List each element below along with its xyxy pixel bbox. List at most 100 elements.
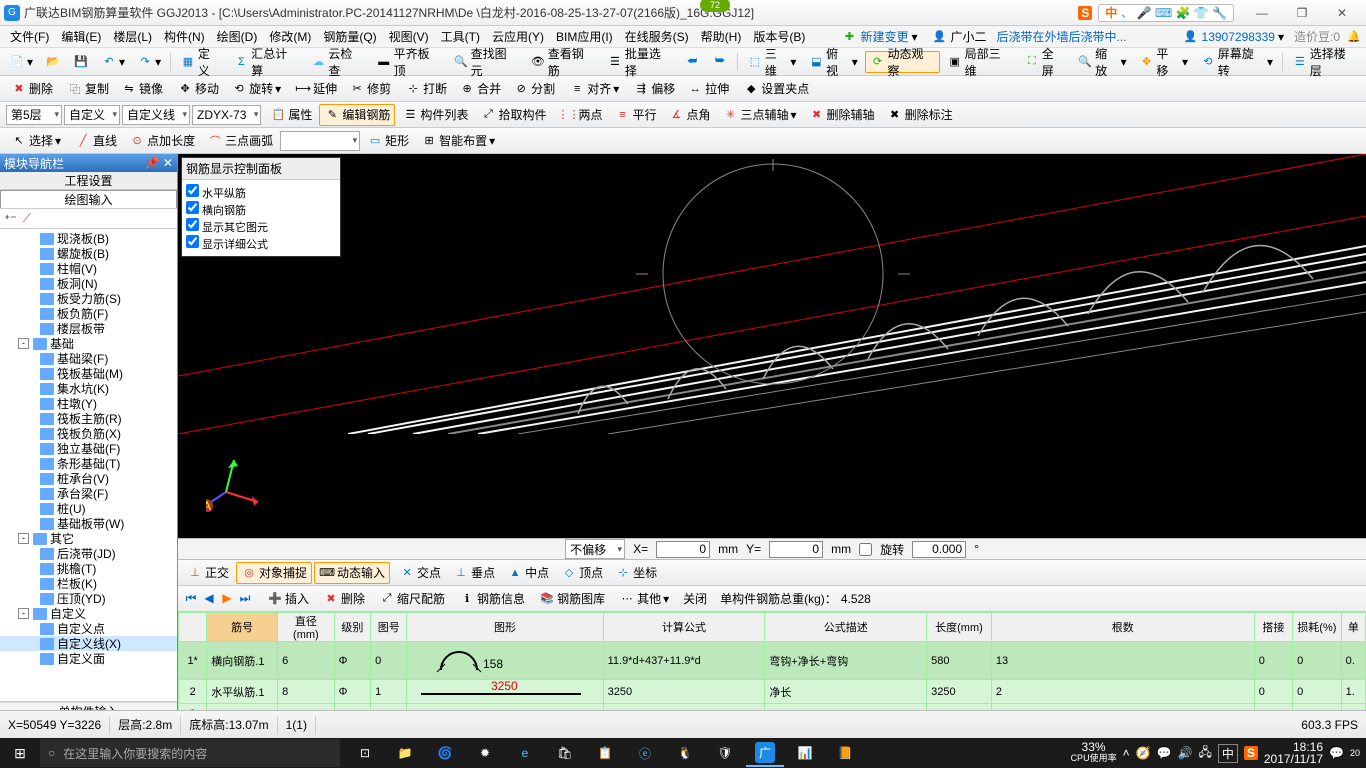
tree-node[interactable]: 基础梁(F): [0, 351, 177, 366]
menu-version[interactable]: 版本号(B): [747, 27, 811, 47]
menu-file[interactable]: 文件(F): [4, 27, 55, 47]
menu-online[interactable]: 在线服务(S): [619, 27, 695, 47]
tray-sogou-icon[interactable]: S: [1244, 746, 1258, 760]
tree-node[interactable]: 现浇板(B): [0, 231, 177, 246]
safe-icon[interactable]: 🛡: [706, 739, 744, 767]
tree-node[interactable]: 筏板基础(M): [0, 366, 177, 381]
threeaux-button[interactable]: ✳三点辅轴▾: [718, 104, 802, 126]
xpt-button[interactable]: ✕交点: [394, 562, 446, 584]
sumcalc-button[interactable]: Σ汇总计算: [229, 51, 304, 73]
tray-neticon[interactable]: 🧭: [1136, 746, 1151, 760]
scale-rebar-button[interactable]: ⤢缩尺配筋: [374, 588, 450, 610]
tab-engineering[interactable]: 工程设置: [0, 172, 177, 190]
editrebar-button[interactable]: ✎编辑钢筋: [319, 104, 395, 126]
tree-node[interactable]: -其它: [0, 531, 177, 546]
perp-button[interactable]: ⊥垂点: [448, 562, 500, 584]
trim-button[interactable]: ✂修剪: [344, 78, 396, 100]
tab-drawing[interactable]: 绘图输入: [0, 190, 177, 208]
copy-button[interactable]: ⿻复制: [62, 78, 114, 100]
folder-icon[interactable]: 📁: [386, 739, 424, 767]
tree-node[interactable]: 压顶(YD): [0, 591, 177, 606]
tree-node[interactable]: 筏板主筋(R): [0, 411, 177, 426]
tree-node[interactable]: 独立基础(F): [0, 441, 177, 456]
tree-node[interactable]: 筏板负筋(X): [0, 426, 177, 441]
sogou-icon[interactable]: S: [1078, 6, 1092, 20]
delete-row-button[interactable]: ✖删除: [318, 588, 370, 610]
screenrot-button[interactable]: ⟲屏幕旋转▾: [1195, 51, 1278, 73]
word-icon[interactable]: 📋: [586, 739, 624, 767]
tree-node[interactable]: 挑檐(T): [0, 561, 177, 576]
tree-node[interactable]: 栏板(K): [0, 576, 177, 591]
subcat-combo[interactable]: 自定义线: [122, 105, 190, 125]
mid-button[interactable]: ▲中点: [502, 562, 554, 584]
rotate-button[interactable]: ⟲旋转▾: [226, 78, 286, 100]
menu-edit[interactable]: 编辑(E): [55, 27, 107, 47]
menu-help[interactable]: 帮助(H): [695, 27, 748, 47]
new-file-button[interactable]: 📄▾: [4, 51, 38, 73]
tree-node[interactable]: 桩承台(V): [0, 471, 177, 486]
arc3-button[interactable]: ⌒三点画弧: [202, 130, 278, 152]
insert-button[interactable]: ➕插入: [262, 588, 314, 610]
close-button[interactable]: ✕: [1322, 2, 1362, 24]
move-button[interactable]: ✥移动: [172, 78, 224, 100]
nav-last[interactable]: ⏭: [236, 591, 254, 606]
local3d-button[interactable]: ▣局部三维: [942, 51, 1017, 73]
break-button[interactable]: ⊹打断: [400, 78, 452, 100]
delete-button[interactable]: ✖删除: [6, 78, 58, 100]
tree-node[interactable]: 板洞(N): [0, 276, 177, 291]
menu-floor[interactable]: 楼层(L): [107, 27, 158, 47]
menu-view[interactable]: 视图(V): [383, 27, 435, 47]
tree-node[interactable]: 条形基础(T): [0, 456, 177, 471]
spiral-icon[interactable]: 🌀: [426, 739, 464, 767]
split-button[interactable]: ⊘分割: [508, 78, 560, 100]
tree-expand-icon[interactable]: ⁺⁻: [4, 212, 17, 226]
tree-node[interactable]: -基础: [0, 336, 177, 351]
tree-node[interactable]: 楼层板带: [0, 321, 177, 336]
redo-button[interactable]: ↷▾: [132, 51, 166, 73]
open-button[interactable]: 📂: [40, 51, 66, 73]
tray-ime[interactable]: 中: [1218, 744, 1238, 763]
findgraph-button[interactable]: 🔍查找图元: [448, 51, 523, 73]
tree-node[interactable]: -自定义: [0, 606, 177, 621]
viewport-3d[interactable]: A 钢筋显示控制面板 水平纵筋 横向钢筋 显示其它图元 显示详细公式: [178, 154, 1366, 538]
excel-icon[interactable]: 📊: [786, 739, 824, 767]
define-button[interactable]: ▦定义: [175, 51, 226, 73]
status-note[interactable]: 后浇带在外墙后浇带中...: [997, 28, 1127, 45]
fullscreen-button[interactable]: ⛶全屏: [1019, 51, 1070, 73]
close-rebar-button[interactable]: 关闭: [678, 588, 712, 610]
start-button[interactable]: ⊞: [0, 745, 40, 762]
tree-node[interactable]: 桩(U): [0, 501, 177, 516]
cat-combo[interactable]: 自定义: [64, 105, 120, 125]
batchsel-button[interactable]: ☰批量选择: [602, 51, 677, 73]
select-button[interactable]: ↖选择▾: [6, 130, 66, 152]
menu-modify[interactable]: 修改(M): [263, 27, 317, 47]
osnap-button[interactable]: ◎对象捕捉: [236, 562, 312, 584]
qq-icon[interactable]: 🐧: [666, 739, 704, 767]
memberlist-button[interactable]: ☰构件列表: [397, 104, 473, 126]
tree-node[interactable]: 柱帽(V): [0, 261, 177, 276]
offset-button[interactable]: ⇶偏移: [628, 78, 680, 100]
tree-node[interactable]: 承台梁(F): [0, 486, 177, 501]
ptangle-button[interactable]: ∡点角: [663, 104, 715, 126]
extend-button[interactable]: ⟼延伸: [290, 78, 342, 100]
nav-first[interactable]: ⏮: [182, 591, 200, 606]
rect-button[interactable]: ▭矩形: [362, 130, 414, 152]
pickmember-button[interactable]: ⤢拾取构件: [475, 104, 551, 126]
tree-node[interactable]: 自定义线(X): [0, 636, 177, 651]
dellabel-button[interactable]: ✖删除标注: [882, 104, 958, 126]
tray-up-icon[interactable]: ˄: [1123, 746, 1130, 760]
taskview-icon[interactable]: ⊡: [346, 739, 384, 767]
tree-node[interactable]: 自定义面: [0, 651, 177, 666]
menu-rebar[interactable]: 钢筋量(Q): [317, 27, 382, 47]
lookdown-button[interactable]: ⬓俯视▾: [803, 51, 862, 73]
minimize-button[interactable]: —: [1242, 2, 1282, 24]
dynview-button[interactable]: ⟳动态观察: [865, 51, 940, 73]
edge-icon[interactable]: e: [506, 739, 544, 767]
parallel-button[interactable]: ≡平行: [609, 104, 661, 126]
menu-bim[interactable]: BIM应用(I): [550, 27, 619, 47]
orange-icon[interactable]: 📙: [826, 739, 864, 767]
rebarinfo-button[interactable]: ℹ钢筋信息: [454, 588, 530, 610]
x-input[interactable]: [656, 541, 710, 558]
tree-node[interactable]: 板负筋(F): [0, 306, 177, 321]
tree-node[interactable]: 后浇带(JD): [0, 546, 177, 561]
